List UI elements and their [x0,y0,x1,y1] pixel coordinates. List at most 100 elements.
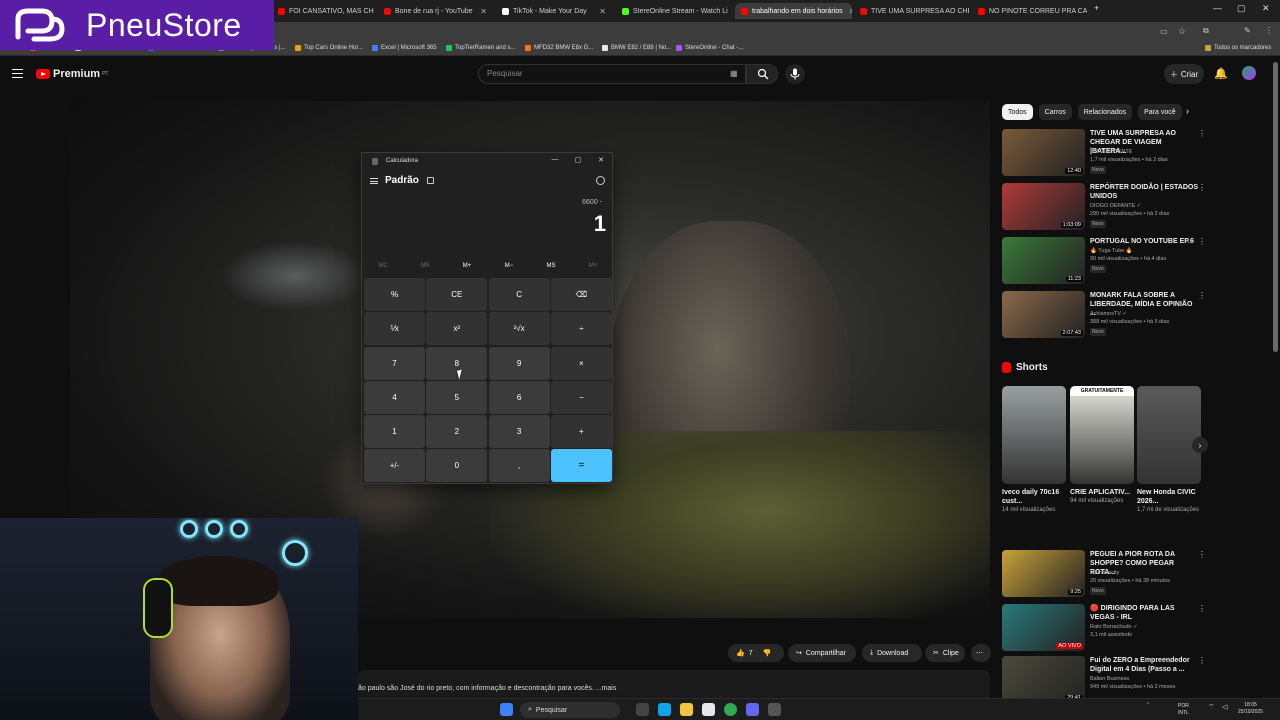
bookmark-item[interactable]: MFD32 BMW E8x G... [525,45,593,51]
calculator-taskbar-icon[interactable] [768,703,781,716]
channel-name[interactable]: Rato Borrachudo ✓ [1090,624,1138,630]
plus-key[interactable]: + [550,415,612,449]
browser-tab[interactable]: StereOnline Stream - Watch Li✕ [616,3,732,19]
recommended-video[interactable]: 9:25 PEGUEI A PIOR ROTA DA SHOPPE? COMO P… [1002,550,1206,600]
all-bookmarks-link[interactable]: Todos os marcadores [1205,45,1271,51]
maximize-icon[interactable]: ▢ [1237,3,1246,14]
bookmark-item[interactable]: TopTierRamen and s... [446,45,515,51]
discord-icon[interactable] [746,703,759,716]
chevron-right-icon[interactable]: › [1186,106,1189,116]
digit-2-key[interactable]: 2 [426,415,488,449]
memory-button[interactable]: MC [362,263,404,275]
video-thumbnail[interactable]: 11:23 [1002,237,1085,284]
more-vertical-icon[interactable]: ⋮ [1198,291,1206,300]
browser-tab[interactable]: TikTok - Make Your Day ✕ [496,3,612,19]
keep-on-top-icon[interactable] [427,177,434,184]
more-vertical-icon[interactable]: ⋮ [1198,183,1206,192]
divide-key[interactable]: ÷ [550,312,612,346]
clear-key[interactable]: C [488,278,550,311]
video-thumbnail[interactable]: 2:07:43 [1002,291,1085,338]
digit-7-key[interactable]: 7 [364,346,425,380]
more-vertical-icon[interactable]: ⋮ [1198,237,1206,246]
digit-0-key[interactable]: 0 [426,449,488,483]
history-icon[interactable] [596,176,605,185]
equals-key[interactable]: = [550,449,612,483]
language-indicator[interactable]: POR INTL [1178,703,1189,717]
more-vertical-icon[interactable]: ⋮ [1198,550,1206,559]
short-title[interactable]: Iveco daily 70c16 cust... [1002,488,1066,506]
minus-key[interactable]: − [550,380,612,414]
sqrt-key[interactable]: ²√x [488,312,550,346]
bookmark-item[interactable]: Top Cars Online Hor... [295,45,363,51]
short-thumbnail[interactable]: GRATUITAMENTE [1070,386,1134,484]
share-button[interactable]: ↪ Compartilhar [788,644,856,662]
star-icon[interactable]: ☆ [1178,26,1186,37]
memory-button[interactable]: M˅ [572,263,614,275]
filter-chip[interactable]: Relacionados [1077,104,1133,120]
tray-up-icon[interactable]: ⌃ [1146,702,1150,709]
memory-button[interactable]: MS [530,263,572,275]
channel-name[interactable]: UM INSISTENTE [1090,149,1132,155]
wifi-icon[interactable]: ⌔ [1208,704,1215,711]
digit-3-key[interactable]: 3 [488,415,550,449]
browser-tab[interactable]: NO PINOTE CORREU PRA CASA✕ [972,3,1087,19]
digit-5-key[interactable]: 5 [426,380,488,414]
task-view-icon[interactable] [636,703,649,716]
recommended-video[interactable]: 2:07:43 MONARK FALA SOBRE A LIBERDADE, MÍ… [1002,291,1206,341]
video-title[interactable]: 🔴 DIRIGINDO PARA LAS VEGAS - IRL [1090,604,1198,622]
voice-search-button[interactable] [785,64,805,84]
start-icon[interactable] [500,703,513,716]
memory-button[interactable]: MR [404,263,446,275]
search-input[interactable]: Pesquisar [478,64,746,84]
video-title[interactable]: REPÓRTER DOIDÃO | ESTADOS UNIDOS [1090,183,1198,201]
thumbs-down-icon[interactable]: 👎 [763,649,772,657]
recommended-video[interactable]: 12:40 TIVE UMA SURPRESA AO CHEGAR DE VIAG… [1002,129,1206,179]
browser-tab[interactable]: Bone de rua rj - YouTube ✕ [378,3,493,19]
bookmark-item[interactable]: BMW E82 / E88 | No... [602,45,671,51]
edge-icon[interactable] [658,703,671,716]
digit-8-key[interactable]: 8 [426,346,488,380]
profile-icon[interactable]: ✎ [1244,26,1251,35]
channel-name[interactable]: Balian Business [1090,676,1129,682]
create-button[interactable]: ＋ Criar [1164,64,1204,84]
page-scrollbar[interactable] [1273,62,1278,352]
recommended-video[interactable]: AO VIVO 🔴 DIRIGINDO PARA LAS VEGAS - IRL R… [1002,604,1206,654]
thumbs-up-icon[interactable]: 👍 [736,649,745,657]
memory-button[interactable]: M+ [446,263,488,275]
video-thumbnail[interactable]: 1:03:09 [1002,183,1085,230]
new-tab-icon[interactable]: + [1094,3,1099,13]
browser-tab[interactable]: TIVE UMA SURPRESA AO CHE✕ [854,3,969,19]
calc-menu-icon[interactable] [370,178,378,184]
calc-maximize-icon[interactable]: ▢ [572,156,584,164]
notifications-bell-icon[interactable]: 🔔 [1214,67,1228,80]
square-key[interactable]: x² [426,312,488,346]
tab-close-icon[interactable]: ✕ [593,7,606,16]
clock[interactable]: 18:05 25/10/2025 [1238,702,1263,716]
video-title[interactable]: PORTUGAL NO YOUTUBE EP.6 [1090,237,1198,246]
file-explorer-icon[interactable] [680,703,693,716]
cast-icon[interactable]: ▭ [1160,27,1168,36]
clear-entry-key[interactable]: CE [426,278,488,311]
calc-minimize-icon[interactable]: — [549,156,561,163]
more-vertical-icon[interactable]: ⋮ [1198,656,1206,665]
video-thumbnail[interactable]: 9:25 [1002,550,1085,597]
channel-name[interactable]: DIOGO DEFANTE ✓ [1090,203,1141,209]
multiply-key[interactable]: × [550,346,612,380]
short-card[interactable]: Iveco daily 70c16 cust... 14 mil visualiz… [1002,386,1066,514]
digit-4-key[interactable]: 4 [364,380,425,414]
negate-key[interactable]: +/- [364,449,425,483]
short-card[interactable]: GRATUITAMENTE CRIE APLICATIV... 94 mil vis… [1070,386,1134,505]
more-actions-button[interactable]: ⋯ [971,644,991,662]
browser-tab[interactable]: FOI CANSATIVO, MAS CHEGAM✕ [272,3,374,19]
taskbar-search[interactable]: ⌕ Pesquisar [520,702,620,718]
video-description[interactable]: ão paulo são José do rio preto, com info… [358,670,990,700]
minimize-icon[interactable]: — [1213,3,1222,13]
video-title[interactable]: Fui do ZERO a Empreendedor Digital em 4 … [1090,656,1198,674]
browser-tab[interactable]: trabalhando em dois horários✕ [735,3,852,19]
calc-close-icon[interactable]: ✕ [595,156,607,164]
extensions-icon[interactable]: ⧉ [1203,26,1209,36]
recommended-video[interactable]: 11:23 PORTUGAL NO YOUTUBE EP.6 🔥 Tuga Tube… [1002,237,1206,287]
more-vertical-icon[interactable]: ⋮ [1198,604,1206,613]
video-thumbnail[interactable]: 29:41 [1002,656,1085,703]
percent-key[interactable]: % [364,278,425,311]
